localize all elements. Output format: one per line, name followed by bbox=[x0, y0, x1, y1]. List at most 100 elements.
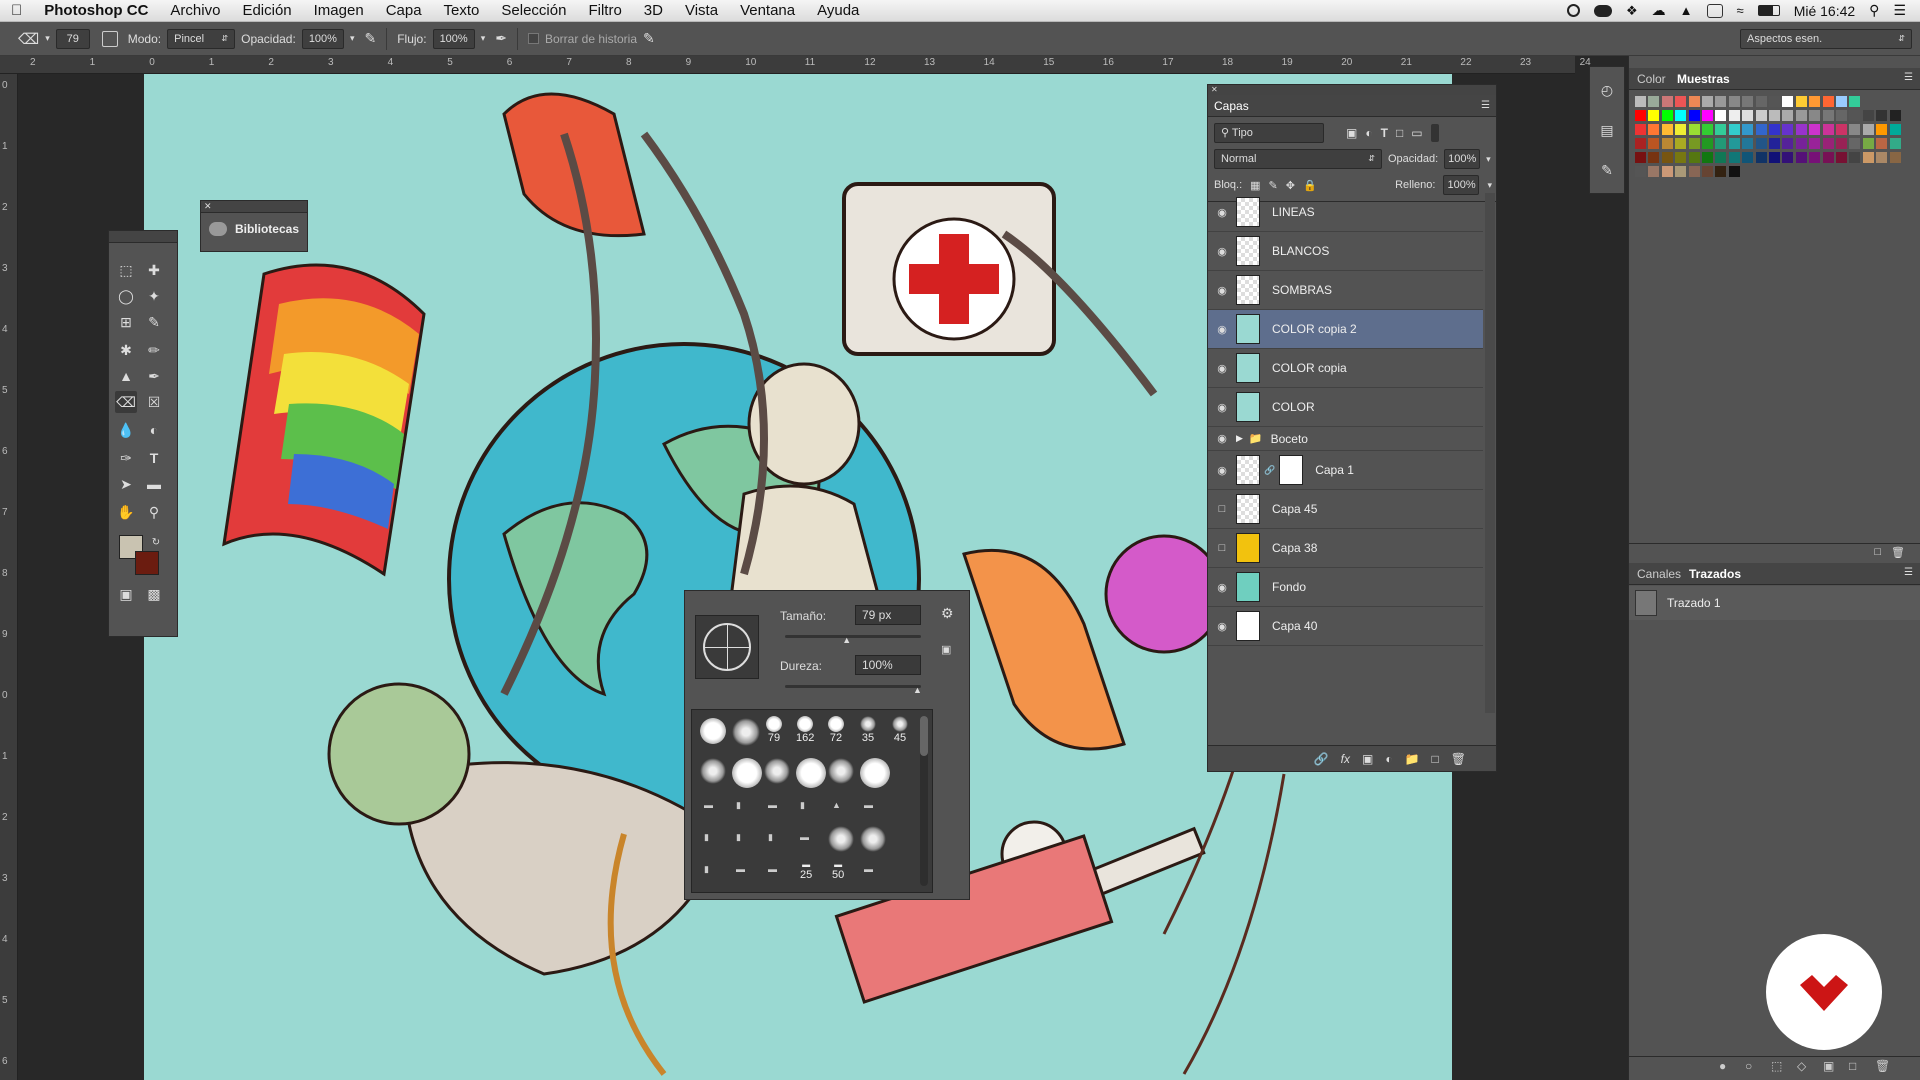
preset-textured[interactable]: ▬ bbox=[768, 864, 777, 874]
color-swatch[interactable] bbox=[1769, 124, 1780, 135]
lock-transparent-icon[interactable]: ▦ bbox=[1250, 179, 1260, 192]
layer-name[interactable]: COLOR copia 2 bbox=[1272, 322, 1357, 336]
layer-name[interactable]: COLOR bbox=[1272, 400, 1315, 414]
history-panel-icon[interactable]: ◴ bbox=[1596, 79, 1618, 101]
eye-icon[interactable]: ◉ bbox=[1208, 362, 1236, 375]
menu-ventana[interactable]: Ventana bbox=[729, 0, 806, 22]
preset-textured[interactable]: ▮ bbox=[704, 832, 709, 843]
new-preset-icon[interactable]: ▣ bbox=[941, 643, 951, 656]
new-path-icon[interactable]: □ bbox=[1849, 1059, 1856, 1073]
preset-textured[interactable]: ▮ bbox=[768, 832, 773, 843]
color-swatch[interactable] bbox=[1675, 138, 1687, 149]
color-swatch[interactable] bbox=[1876, 138, 1888, 149]
chevron-down-icon[interactable]: ▾ bbox=[350, 33, 355, 44]
color-swatch[interactable] bbox=[1648, 152, 1660, 163]
color-swatch[interactable] bbox=[1809, 96, 1821, 107]
menu-filtro[interactable]: Filtro bbox=[577, 0, 632, 22]
eye-icon[interactable]: ◉ bbox=[1208, 401, 1236, 414]
layer-name[interactable]: Fondo bbox=[1272, 580, 1306, 594]
preset-textured[interactable]: ▮ bbox=[736, 832, 741, 843]
brush-panel-icon[interactable] bbox=[101, 30, 118, 47]
swap-colors-icon[interactable]: ↻ bbox=[145, 531, 167, 553]
crop-tool-icon[interactable]: ⊞ bbox=[115, 311, 137, 333]
filter-type-icon[interactable]: T bbox=[1381, 126, 1388, 140]
swatches-grid[interactable] bbox=[1635, 96, 1911, 196]
pressure-size-icon[interactable]: ✎ bbox=[643, 30, 655, 47]
preset-soft[interactable] bbox=[700, 758, 726, 784]
color-swatch[interactable] bbox=[1702, 110, 1713, 121]
color-swatch[interactable] bbox=[1782, 96, 1794, 107]
marquee-tool-icon[interactable]: ⬚ bbox=[115, 259, 137, 281]
tab-swatches[interactable]: Muestras bbox=[1677, 72, 1730, 86]
history-brush-tool-icon[interactable]: ✒ bbox=[143, 365, 165, 387]
color-swatch[interactable] bbox=[1755, 124, 1767, 135]
color-swatch[interactable] bbox=[1715, 96, 1727, 107]
color-swatch[interactable] bbox=[1755, 152, 1767, 163]
chevron-down-icon[interactable]: ▾ bbox=[1486, 154, 1491, 165]
color-swatch[interactable] bbox=[1688, 110, 1700, 121]
size-slider[interactable] bbox=[785, 635, 921, 638]
color-swatch[interactable] bbox=[1836, 110, 1847, 121]
color-swatch[interactable] bbox=[1688, 96, 1700, 107]
color-swatch[interactable] bbox=[1742, 138, 1754, 149]
workspace-select[interactable]: Aspectos esen. ⇵ bbox=[1740, 28, 1912, 49]
new-group-icon[interactable]: 📁 bbox=[1405, 752, 1420, 766]
preset-hard[interactable] bbox=[860, 758, 890, 788]
color-swatch[interactable] bbox=[1635, 124, 1646, 135]
color-swatch[interactable] bbox=[1769, 110, 1780, 121]
color-swatch[interactable] bbox=[1702, 152, 1713, 163]
type-tool-icon[interactable]: T bbox=[143, 447, 165, 469]
preset-soft[interactable] bbox=[828, 826, 854, 852]
color-swatch[interactable] bbox=[1661, 138, 1673, 149]
color-swatch[interactable] bbox=[1635, 166, 1646, 177]
preset-textured[interactable]: ▮ bbox=[736, 800, 741, 811]
rectangle-tool-icon[interactable]: ▬ bbox=[143, 473, 165, 495]
pressure-opacity-icon[interactable]: ✎ bbox=[364, 30, 376, 47]
filter-toggle[interactable] bbox=[1430, 124, 1439, 142]
zoom-tool-icon[interactable]: ⚲ bbox=[143, 501, 165, 523]
color-swatch[interactable] bbox=[1688, 138, 1700, 149]
color-swatch[interactable] bbox=[1702, 96, 1713, 107]
preset-50[interactable]: ▬ 50 bbox=[832, 860, 844, 881]
layer-name[interactable]: Capa 40 bbox=[1272, 619, 1317, 633]
add-mask-icon[interactable]: ▣ bbox=[1823, 1059, 1834, 1073]
color-swatch[interactable] bbox=[1715, 124, 1727, 135]
preset-35[interactable]: 35 bbox=[860, 716, 876, 744]
trash-icon[interactable]: 🗑 bbox=[1451, 752, 1466, 766]
eye-icon[interactable]: ◉ bbox=[1208, 581, 1236, 594]
preset-hard-round[interactable] bbox=[700, 718, 726, 744]
ruler-horizontal[interactable]: 2 1 0 1 2 3 4 5 6 7 8 9 10 11 12 13 14 15 16 17 18 19 20 21 22 23… bbox=[0, 56, 1591, 74]
color-swatch[interactable] bbox=[1702, 124, 1713, 135]
fx-icon[interactable]: fx bbox=[1341, 752, 1350, 766]
color-swatch[interactable] bbox=[1876, 110, 1888, 121]
preset-hard[interactable] bbox=[732, 758, 762, 788]
layer-row[interactable]: ◉ Capa 40 bbox=[1208, 607, 1483, 646]
layer-name[interactable]: Capa 45 bbox=[1272, 502, 1317, 516]
gear-icon[interactable]: ⚙ bbox=[941, 605, 954, 622]
adjustment-layer-icon[interactable]: ◐ bbox=[1385, 752, 1392, 766]
layer-name[interactable]: BLANCOS bbox=[1272, 244, 1329, 258]
background-color-swatch[interactable] bbox=[135, 551, 159, 575]
magic-wand-tool-icon[interactable]: ✦ bbox=[143, 285, 165, 307]
color-swatch[interactable] bbox=[1849, 96, 1861, 107]
tab-color[interactable]: Color bbox=[1637, 72, 1666, 86]
preset-textured[interactable]: ▬ bbox=[864, 864, 873, 874]
color-swatch[interactable] bbox=[1782, 138, 1794, 149]
color-swatch[interactable] bbox=[1688, 152, 1700, 163]
clock-text[interactable]: Mié 16:42 bbox=[1794, 3, 1855, 19]
battery-icon[interactable] bbox=[1757, 5, 1780, 16]
eye-icon[interactable]: ◉ bbox=[1208, 620, 1236, 633]
preset-79[interactable]: 79 bbox=[766, 716, 782, 744]
dodge-tool-icon[interactable]: ◐ bbox=[143, 419, 165, 441]
add-mask-icon[interactable]: ▣ bbox=[1362, 752, 1373, 766]
color-swatch[interactable] bbox=[1661, 166, 1673, 177]
eraser-tool-icon[interactable]: ⌫ bbox=[115, 391, 137, 413]
libraries-button[interactable]: Bibliotecas bbox=[201, 213, 307, 245]
color-swatch[interactable] bbox=[1661, 110, 1673, 121]
preset-soft[interactable] bbox=[764, 758, 790, 784]
quick-mask-icon[interactable]: ▣ bbox=[115, 583, 137, 605]
color-swatch[interactable] bbox=[1648, 166, 1660, 177]
layer-row[interactable]: □ Capa 38 bbox=[1208, 529, 1483, 568]
color-swatch[interactable] bbox=[1862, 152, 1874, 163]
layer-row[interactable]: ◉ COLOR bbox=[1208, 388, 1483, 427]
